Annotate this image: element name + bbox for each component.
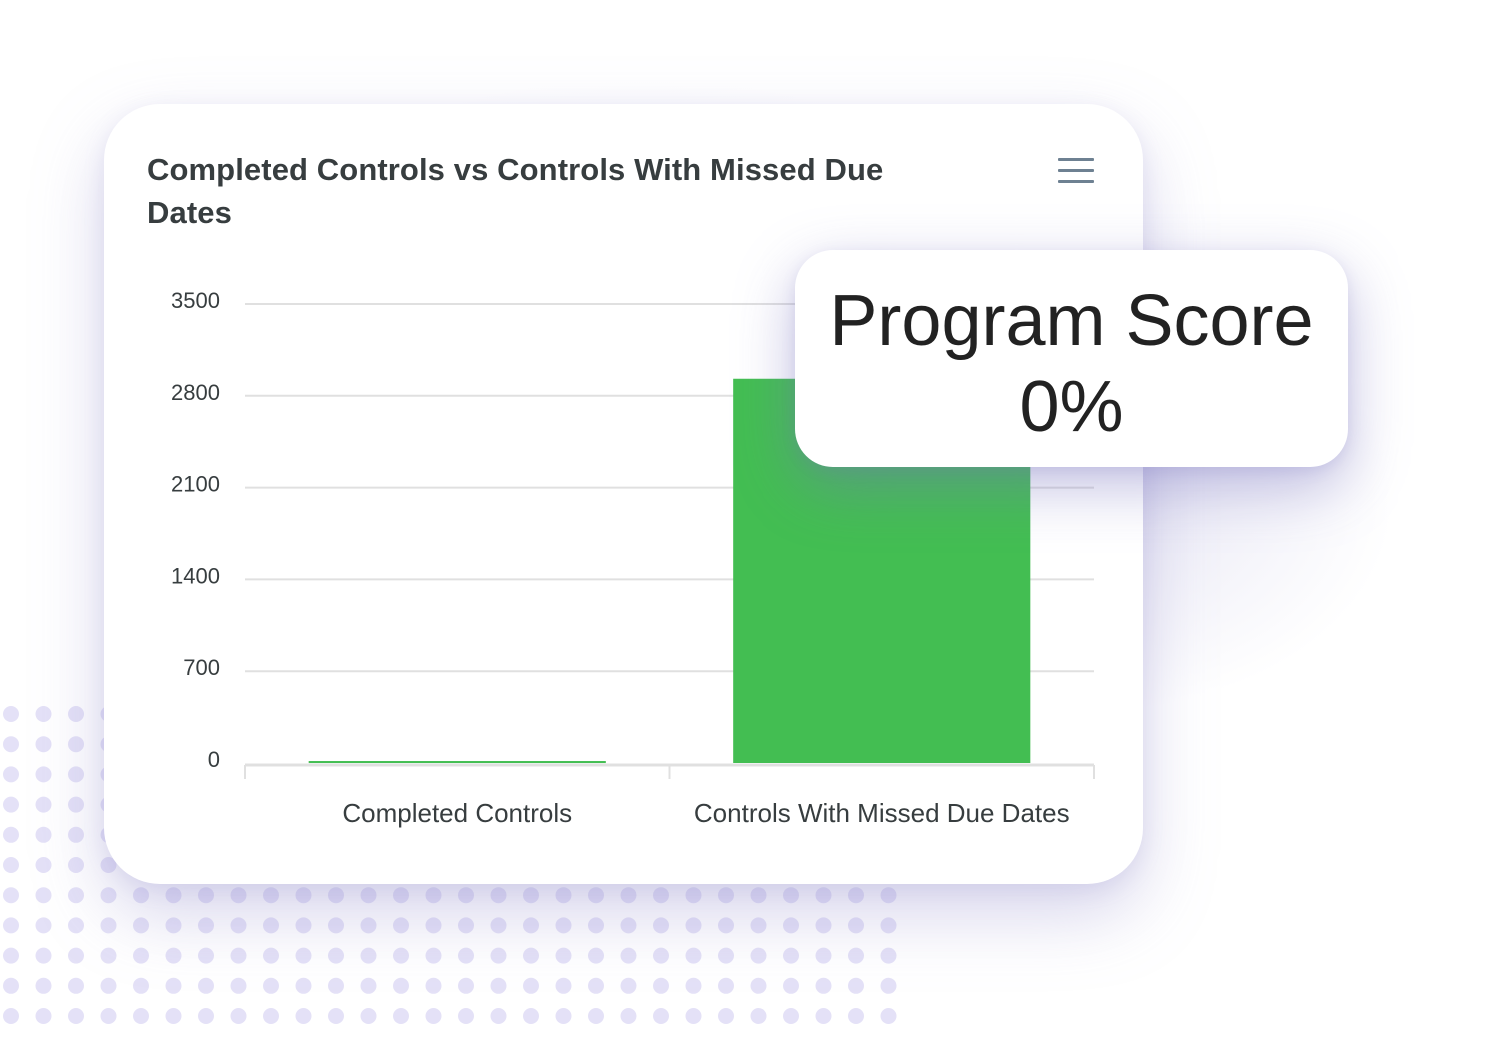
x-category-label: Controls With Missed Due Dates: [694, 798, 1070, 828]
y-tick-label: 2100: [171, 472, 220, 497]
y-tick-label: 0: [208, 747, 220, 772]
y-axis-tick-labels: 0 700 1400 2100 2800 3500: [171, 288, 220, 772]
stage: Completed Controls vs Controls With Miss…: [0, 0, 1500, 1037]
program-score-card: Program Score 0%: [795, 250, 1348, 467]
y-tick-label: 2800: [171, 380, 220, 405]
program-score-label: Program Score: [829, 281, 1314, 361]
x-axis-category-labels: Completed Controls Controls With Missed D…: [342, 798, 1069, 828]
x-category-label: Completed Controls: [342, 798, 572, 828]
y-tick-label: 1400: [171, 563, 220, 588]
y-tick-label: 3500: [171, 288, 220, 313]
program-score-value: 0%: [1019, 367, 1124, 447]
x-axis: [244, 763, 1095, 779]
bar-completed-controls[interactable]: [308, 761, 606, 764]
y-tick-label: 700: [183, 655, 220, 680]
bar-chart: 07001400210028003500 Completed Controls C…: [171, 288, 1095, 828]
